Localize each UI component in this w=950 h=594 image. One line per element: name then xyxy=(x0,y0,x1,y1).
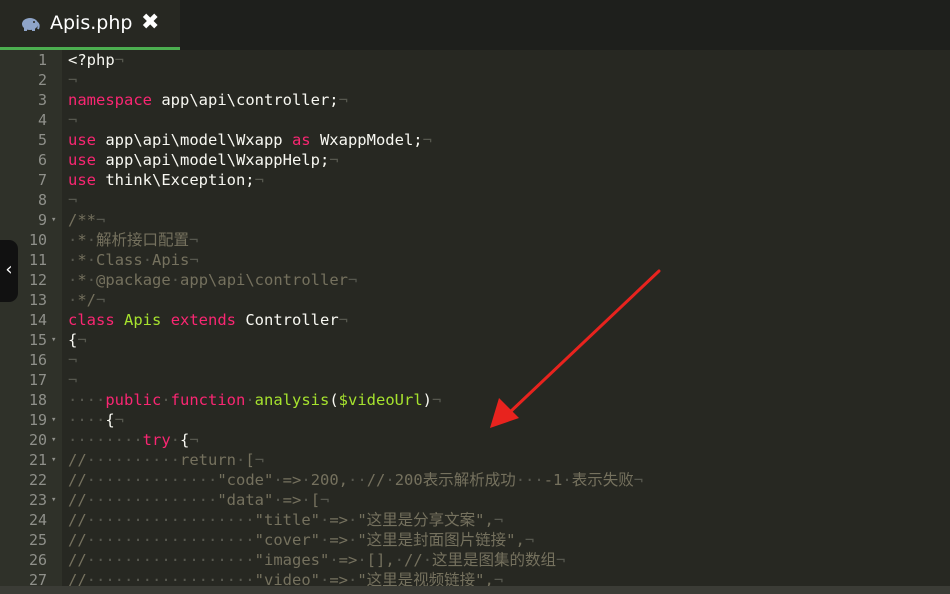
close-icon[interactable]: ✖ xyxy=(141,10,159,35)
code-line[interactable]: ¬ xyxy=(68,190,77,210)
code-line[interactable]: ·*·Class·Apis¬ xyxy=(68,250,199,270)
code-editor[interactable]: 1 2 3 4 5 6 7 8 9 ▾ 10 11 12 13 14 15 ▾ 16 17 18 19 ▾ 20 ▾ 21 ▾ 22… xyxy=(0,50,950,586)
line-number: 2 xyxy=(37,71,47,89)
code-line[interactable]: ········try·{¬ xyxy=(68,430,199,450)
collapse-panel-button[interactable]: ‹ xyxy=(0,240,18,302)
code-line[interactable]: /**¬ xyxy=(68,210,105,230)
code-line[interactable]: <?php¬ xyxy=(68,50,124,70)
line-number: 17 xyxy=(28,371,47,389)
code-line[interactable]: ¬ xyxy=(68,350,77,370)
fold-toggle-icon[interactable]: ▾ xyxy=(51,330,56,350)
line-number: 4 xyxy=(37,111,47,129)
line-number: 18 xyxy=(28,391,47,409)
line-number: 16 xyxy=(28,351,47,369)
fold-toggle-icon[interactable]: ▾ xyxy=(51,490,56,510)
code-line[interactable]: ¬ xyxy=(68,370,77,390)
code-line[interactable]: class Apis extends Controller¬ xyxy=(68,310,348,330)
tab-bar: Apis.php ✖ xyxy=(0,0,950,50)
fold-toggle-icon[interactable]: ▾ xyxy=(51,450,56,470)
line-number: 27 xyxy=(28,571,47,586)
line-number: 5 xyxy=(37,131,47,149)
code-line[interactable]: ·*·解析接口配置¬ xyxy=(68,230,198,250)
fold-toggle-icon[interactable]: ▾ xyxy=(51,210,56,230)
line-number: 19 xyxy=(28,411,47,429)
line-number: 22 xyxy=(28,471,47,489)
code-line[interactable]: ¬ xyxy=(68,110,77,130)
php-elephant-icon xyxy=(22,18,40,31)
code-line[interactable]: namespace app\api\controller;¬ xyxy=(68,90,348,110)
line-number: 9 xyxy=(37,211,47,229)
code-line[interactable]: //··················"images"·=>·[],·//·这… xyxy=(68,550,565,570)
code-line[interactable]: //··············"data"·=>·[¬ xyxy=(68,490,329,510)
line-number: 3 xyxy=(37,91,47,109)
line-number: 21 xyxy=(28,451,47,469)
line-number: 24 xyxy=(28,511,47,529)
code-line[interactable]: //··········return·[¬ xyxy=(68,450,264,470)
line-number: 23 xyxy=(28,491,47,509)
line-number: 8 xyxy=(37,191,47,209)
line-number: 14 xyxy=(28,311,47,329)
line-number: 7 xyxy=(37,171,47,189)
code-line[interactable]: //··················"title"·=>·"这里是分享文案"… xyxy=(68,510,503,530)
horizontal-scrollbar[interactable] xyxy=(0,586,950,594)
code-line[interactable]: ·*/¬ xyxy=(68,290,105,310)
code-line[interactable]: ····public·function·analysis($videoUrl)¬ xyxy=(68,390,441,410)
line-number: 25 xyxy=(28,531,47,549)
code-line[interactable]: ····{¬ xyxy=(68,410,124,430)
code-line[interactable]: //··················"video"·=>·"这里是视频链接"… xyxy=(68,570,503,586)
code-line[interactable]: ·*·@package·app\api\controller¬ xyxy=(68,270,357,290)
code-line[interactable]: ¬ xyxy=(68,70,77,90)
tab-label: Apis.php xyxy=(50,12,133,34)
fold-toggle-icon[interactable]: ▾ xyxy=(51,410,56,430)
code-line[interactable]: use think\Exception;¬ xyxy=(68,170,264,190)
fold-toggle-icon[interactable]: ▾ xyxy=(51,430,56,450)
line-number-gutter: 1 2 3 4 5 6 7 8 9 ▾ 10 11 12 13 14 15 ▾ 16 17 18 19 ▾ 20 ▾ 21 ▾ 22… xyxy=(0,50,62,586)
line-number: 6 xyxy=(37,151,47,169)
code-line[interactable]: //··················"cover"·=>·"这里是封面图片链… xyxy=(68,530,534,550)
code-line[interactable]: {¬ xyxy=(68,330,87,350)
code-line[interactable]: use app\api\model\Wxapp as WxappModel;¬ xyxy=(68,130,432,150)
code-line[interactable]: use app\api\model\WxappHelp;¬ xyxy=(68,150,339,170)
line-number: 1 xyxy=(37,51,47,69)
line-number: 20 xyxy=(28,431,47,449)
line-number: 15 xyxy=(28,331,47,349)
line-number: 26 xyxy=(28,551,47,569)
tab-apis-php[interactable]: Apis.php ✖ xyxy=(0,0,180,50)
code-line[interactable]: //··············"code"·=>·200,··//·200表示… xyxy=(68,470,643,490)
